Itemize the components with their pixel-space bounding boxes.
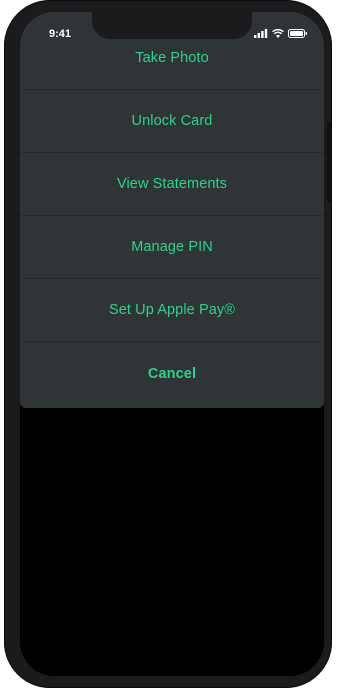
manage-pin-button[interactable]: Manage PIN xyxy=(20,215,324,279)
status-bar: 9:41 xyxy=(20,12,324,52)
page: Take Photo Unlock Card View Statements M… xyxy=(0,0,340,692)
side-button xyxy=(327,122,332,202)
wifi-icon xyxy=(272,29,284,38)
status-time: 9:41 xyxy=(49,28,72,40)
set-up-apple-pay-button[interactable]: Set Up Apple Pay® xyxy=(20,278,324,342)
battery-icon xyxy=(288,29,307,38)
orange-accent-arc xyxy=(330,30,340,84)
status-icons xyxy=(254,29,308,38)
action-sheet: Take Photo Unlock Card View Statements M… xyxy=(20,12,324,408)
phone-screen: Take Photo Unlock Card View Statements M… xyxy=(20,12,324,676)
unlock-card-button[interactable]: Unlock Card xyxy=(20,89,324,153)
view-statements-button[interactable]: View Statements xyxy=(20,152,324,216)
cancel-button[interactable]: Cancel xyxy=(20,342,324,405)
signal-bars-icon xyxy=(254,29,268,38)
phone-frame: Take Photo Unlock Card View Statements M… xyxy=(4,0,332,688)
